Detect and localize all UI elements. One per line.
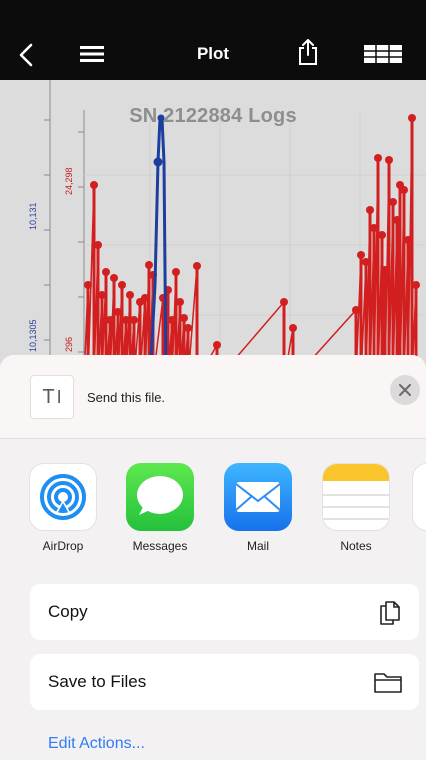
app-partial-icon xyxy=(412,463,426,531)
copy-button[interactable]: Copy xyxy=(30,584,419,640)
app-label: Messages xyxy=(132,539,188,553)
right-axis-label-1: 24,298 xyxy=(64,167,74,195)
nav-bar: Plot xyxy=(0,0,426,80)
blue-point xyxy=(153,157,163,167)
close-button[interactable] xyxy=(390,375,420,405)
red-series-line xyxy=(83,117,417,380)
chart-title: SN 2122884 Logs xyxy=(129,105,297,127)
share-sheet: T I Send this file. AirDrop Messages Mai… xyxy=(0,355,426,760)
red-series xyxy=(83,114,420,380)
app-airdrop[interactable]: AirDrop xyxy=(23,463,103,553)
folder-icon xyxy=(374,673,402,693)
save-to-files-label: Save to Files xyxy=(48,672,147,691)
app-messages[interactable]: Messages xyxy=(120,463,200,553)
right-axis-label-2: 296 xyxy=(64,337,74,352)
app-more-partial[interactable] xyxy=(412,463,426,531)
file-thumbnail: T I xyxy=(30,375,74,419)
close-icon xyxy=(399,384,411,396)
plot-chart: 10,131 10,1305 24,298 296 SN 2122884 Log… xyxy=(0,80,426,380)
mail-icon xyxy=(224,463,292,531)
text-file-icon: T xyxy=(42,385,55,408)
app-label: AirDrop xyxy=(42,539,84,553)
messages-icon xyxy=(126,463,194,531)
text-cursor-icon: I xyxy=(56,386,62,407)
share-message: Send this file. xyxy=(87,390,166,405)
edit-actions-link[interactable]: Edit Actions... xyxy=(48,735,145,753)
save-to-files-button[interactable]: Save to Files xyxy=(30,654,419,710)
airdrop-icon xyxy=(29,463,97,531)
notes-icon xyxy=(322,463,390,531)
copy-icon xyxy=(380,601,400,625)
copy-label: Copy xyxy=(48,602,88,621)
app-label: Notes xyxy=(340,539,372,553)
share-icon[interactable] xyxy=(296,38,320,66)
left-axis-label-1: 10,131 xyxy=(28,202,38,230)
app-label: Mail xyxy=(246,539,269,553)
share-sheet-header: T I Send this file. xyxy=(0,355,426,439)
share-apps-row: AirDrop Messages Mail Notes xyxy=(0,463,426,558)
left-axis-label-2: 10,1305 xyxy=(28,319,38,352)
app-mail[interactable]: Mail xyxy=(218,463,298,553)
app-notes[interactable]: Notes xyxy=(316,463,396,553)
table-view-icon[interactable] xyxy=(364,44,402,64)
page-title: Plot xyxy=(196,44,230,63)
